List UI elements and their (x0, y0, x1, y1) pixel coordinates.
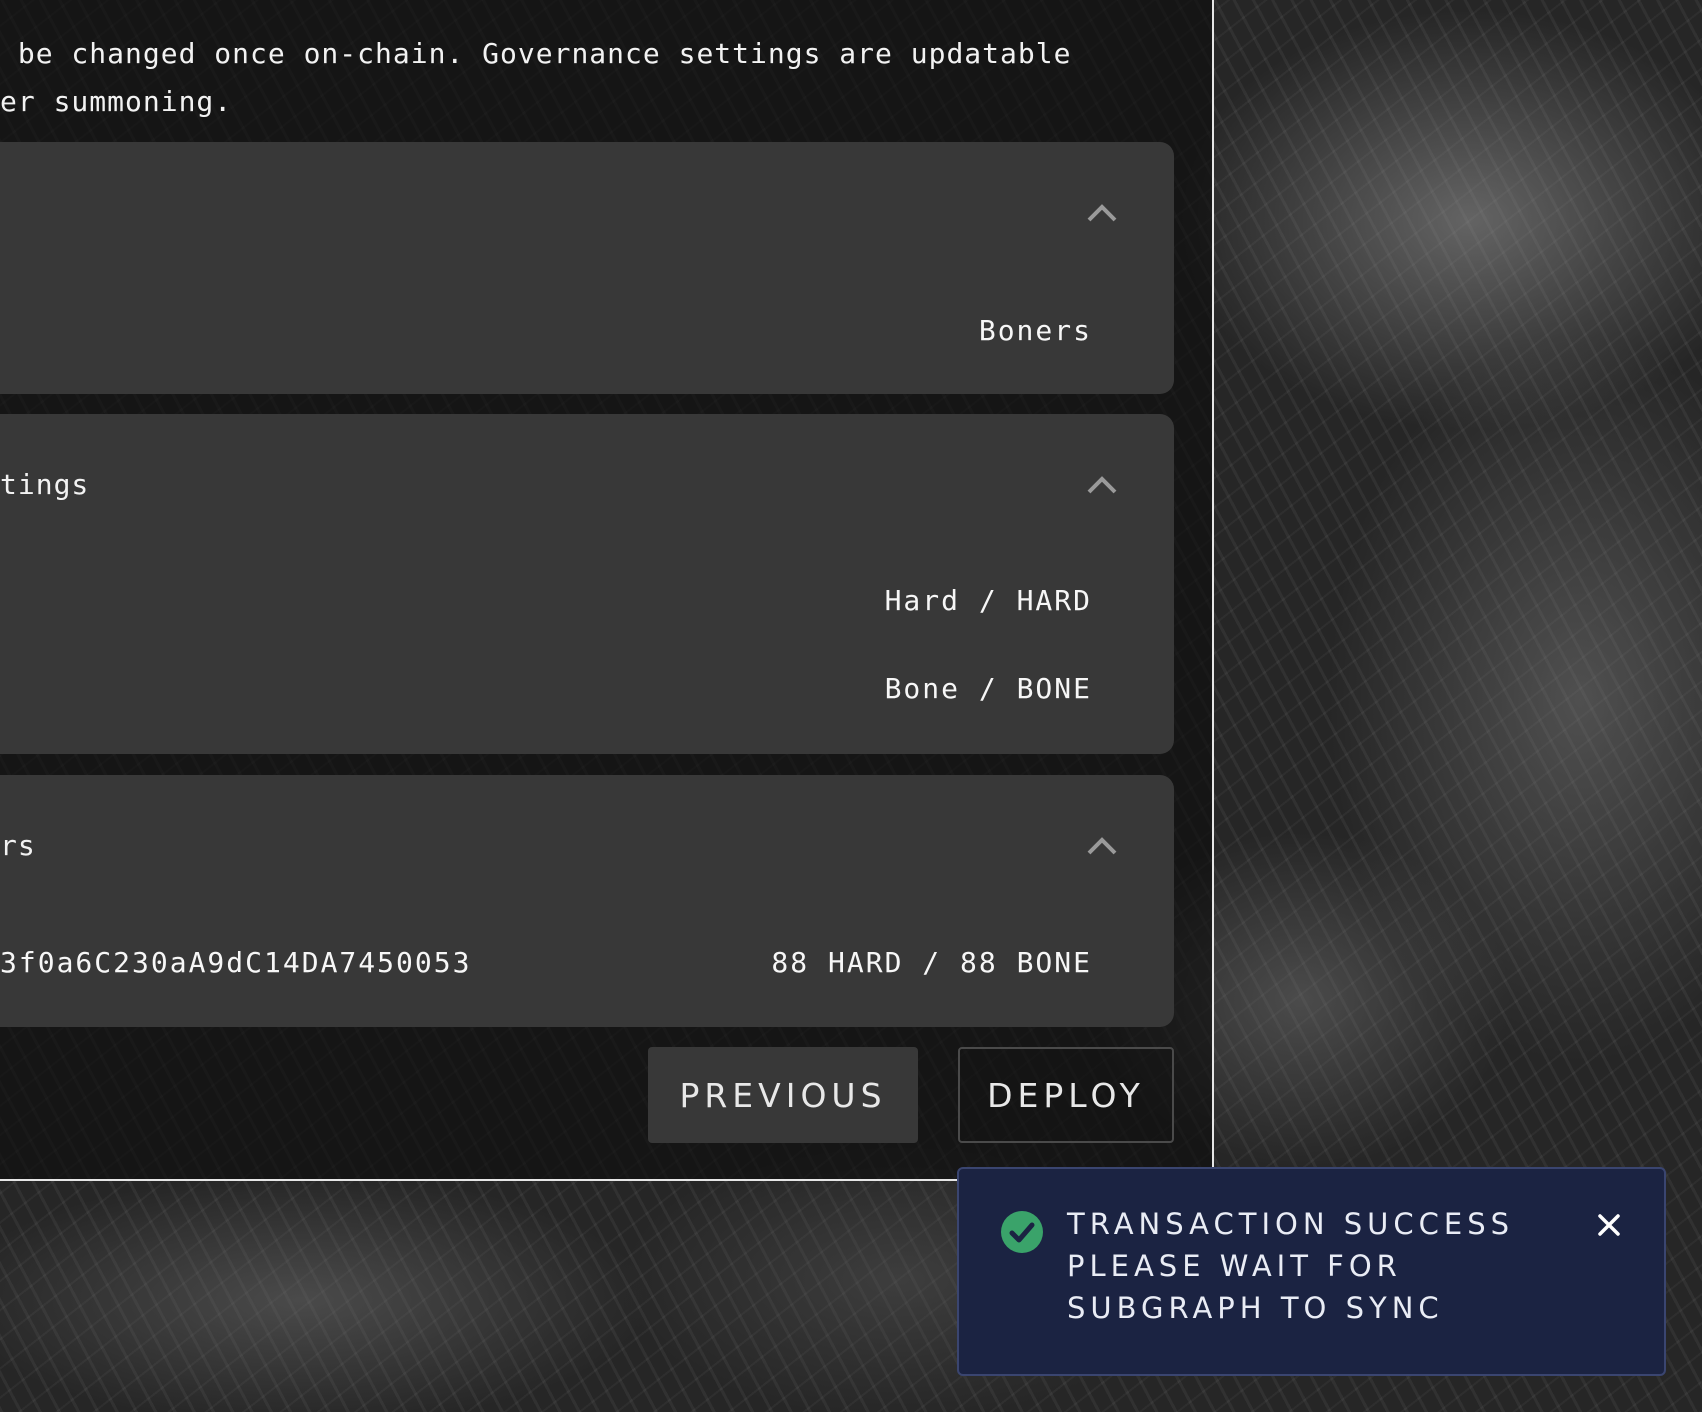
chevron-up-icon[interactable] (1086, 834, 1118, 856)
toast-message: Transaction Success Please wait for subg… (1067, 1207, 1515, 1325)
close-icon[interactable] (1597, 1213, 1621, 1237)
token-settings-card: tings Hard / HARD Bone / BONE (0, 414, 1174, 754)
intro-line-2: er summoning. (0, 85, 233, 118)
starting-members-card: rs 3f0a6C230aA9dC14DA7450053 88 HARD / 8… (0, 775, 1174, 1027)
check-circle-icon (1001, 1211, 1043, 1253)
nontransferable-token-value: Bone / BONE (884, 672, 1092, 705)
transaction-success-toast: Transaction Success Please wait for subg… (957, 1167, 1666, 1376)
dao-basics-card: Boners (0, 142, 1174, 394)
summon-review-panel: be changed once on-chain. Governance set… (0, 0, 1214, 1181)
chevron-up-icon[interactable] (1086, 201, 1118, 223)
member-shares-value: 88 HARD / 88 BONE (771, 946, 1092, 979)
intro-line-1: be changed once on-chain. Governance set… (0, 37, 1072, 70)
token-settings-title: tings (0, 468, 90, 501)
voting-token-value: Hard / HARD (884, 584, 1092, 617)
member-address: 3f0a6C230aA9dC14DA7450053 (0, 946, 472, 979)
chevron-up-icon[interactable] (1086, 473, 1118, 495)
dao-name-value: Boners (978, 314, 1092, 347)
intro-text: be changed once on-chain. Governance set… (0, 30, 1150, 126)
deploy-button[interactable]: DEPLOY (958, 1047, 1174, 1143)
previous-button[interactable]: PREVIOUS (648, 1047, 918, 1143)
members-title: rs (0, 829, 36, 862)
